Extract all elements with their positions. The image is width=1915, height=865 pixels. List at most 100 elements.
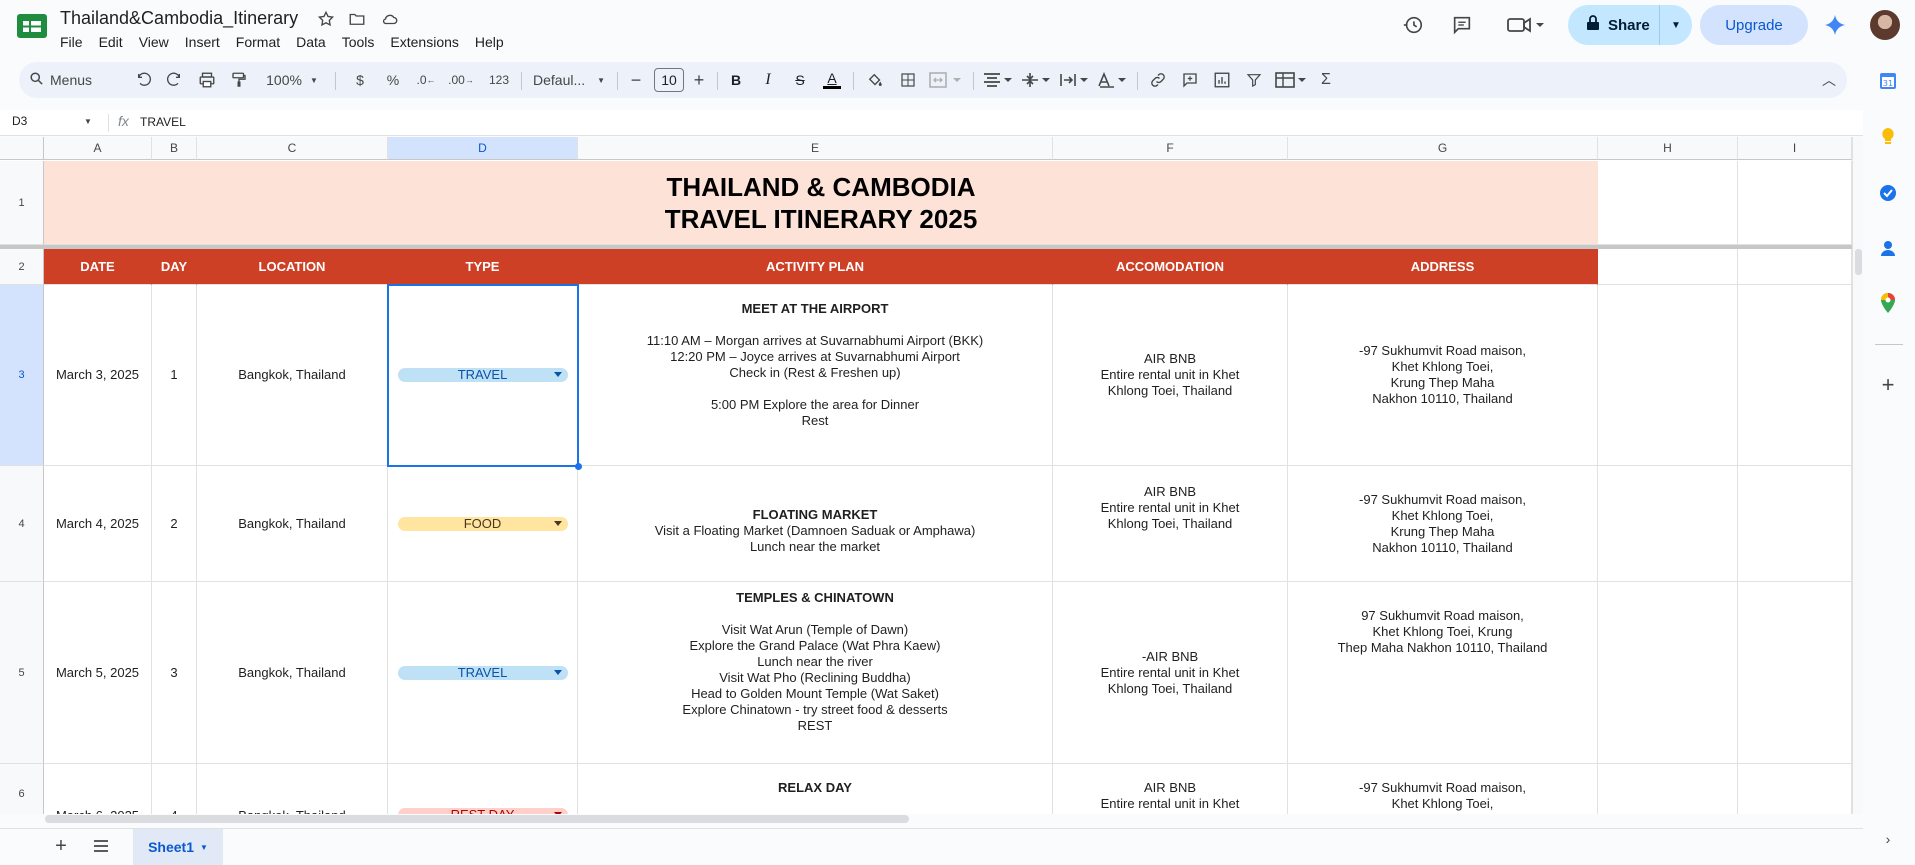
star-icon[interactable] xyxy=(316,9,336,29)
functions-button[interactable]: Σ xyxy=(1313,62,1339,98)
filter-icon[interactable] xyxy=(1241,62,1267,98)
cloud-status-icon[interactable] xyxy=(380,9,400,29)
insert-link-icon[interactable] xyxy=(1145,62,1171,98)
header-activity-plan[interactable]: ACTIVITY PLAN xyxy=(578,249,1053,285)
undo-icon[interactable] xyxy=(131,62,157,98)
cell-type[interactable]: TRAVEL xyxy=(388,582,578,764)
cell-day[interactable]: 4 xyxy=(152,764,197,814)
type-dropdown-chip[interactable]: REST DAY xyxy=(397,808,568,814)
column-header-b[interactable]: B xyxy=(152,137,197,160)
itinerary-title[interactable]: THAILAND & CAMBODIA TRAVEL ITINERARY 202… xyxy=(44,161,1598,245)
upgrade-button[interactable]: Upgrade xyxy=(1700,5,1808,45)
horizontal-align-icon[interactable] xyxy=(981,62,1015,98)
move-folder-icon[interactable] xyxy=(347,9,367,29)
comments-icon[interactable] xyxy=(1449,12,1475,38)
cell-i2[interactable] xyxy=(1738,249,1852,285)
font-size-field[interactable]: 10 xyxy=(653,62,685,98)
cell-location[interactable]: Bangkok, Thailand xyxy=(197,285,388,466)
merge-cells-icon[interactable] xyxy=(927,62,965,98)
tasks-icon[interactable] xyxy=(1877,182,1899,204)
cell-h1[interactable] xyxy=(1598,161,1738,245)
cell-accommodation[interactable]: AIR BNB Entire rental unit in Khet Khlon… xyxy=(1053,466,1288,582)
sheet-tab-sheet1[interactable]: Sheet1 ▼ xyxy=(133,829,223,865)
sheets-logo-icon[interactable] xyxy=(16,13,48,39)
cell-activity[interactable]: FLOATING MARKET Visit a Floating Market … xyxy=(578,466,1053,582)
menu-data[interactable]: Data xyxy=(288,32,334,52)
keep-icon[interactable] xyxy=(1877,125,1899,147)
formula-input[interactable]: TRAVEL xyxy=(140,115,186,129)
cell-date[interactable]: March 3, 2025 xyxy=(44,285,152,466)
spreadsheet-grid[interactable]: A B C D E F G H I 1 2 3 4 5 6 THAILAND &… xyxy=(0,137,1852,814)
cell-h4[interactable] xyxy=(1598,466,1738,582)
text-wrapping-icon[interactable] xyxy=(1057,62,1091,98)
column-header-g[interactable]: G xyxy=(1288,137,1598,160)
font-family-select[interactable]: Defaul... ▼ xyxy=(527,62,611,98)
cell-h2[interactable] xyxy=(1598,249,1738,285)
cell-type[interactable]: FOOD xyxy=(388,466,578,582)
row-header-6[interactable]: 6 xyxy=(0,764,44,814)
gemini-sparkle-icon[interactable] xyxy=(1822,12,1848,38)
increase-font-size-icon[interactable]: + xyxy=(688,62,710,98)
menu-edit[interactable]: Edit xyxy=(91,32,131,52)
increase-decimal-button[interactable]: .00 → xyxy=(447,62,475,98)
cell-i3[interactable] xyxy=(1738,285,1852,466)
header-type[interactable]: TYPE xyxy=(388,249,578,285)
cell-i5[interactable] xyxy=(1738,582,1852,764)
add-sheet-plus-icon[interactable]: + xyxy=(50,835,72,857)
fill-handle[interactable] xyxy=(575,463,582,470)
cell-type[interactable]: REST DAY xyxy=(388,764,578,814)
account-avatar[interactable] xyxy=(1870,10,1900,40)
print-icon[interactable] xyxy=(194,62,220,98)
cell-address[interactable]: -97 Sukhumvit Road maison, Khet Khlong T… xyxy=(1288,466,1598,582)
name-box[interactable]: D3 xyxy=(12,114,27,128)
header-day[interactable]: DAY xyxy=(152,249,197,285)
contacts-icon[interactable] xyxy=(1877,237,1899,259)
row-header-2[interactable]: 2 xyxy=(0,249,44,285)
cell-date[interactable]: March 4, 2025 xyxy=(44,466,152,582)
row-header-4[interactable]: 4 xyxy=(0,466,44,582)
menu-extensions[interactable]: Extensions xyxy=(382,32,466,52)
bold-button[interactable]: B xyxy=(724,62,748,98)
menu-file[interactable]: File xyxy=(52,32,91,52)
share-dropdown-chevron-icon[interactable]: ▼ xyxy=(1660,5,1692,45)
column-header-a[interactable]: A xyxy=(44,137,152,160)
cell-location[interactable]: Bangkok, Thailand xyxy=(197,466,388,582)
column-header-f[interactable]: F xyxy=(1053,137,1288,160)
menu-view[interactable]: View xyxy=(131,32,177,52)
header-date[interactable]: DATE xyxy=(44,249,152,285)
borders-icon[interactable] xyxy=(895,62,921,98)
header-location[interactable]: LOCATION xyxy=(197,249,388,285)
decrease-decimal-button[interactable]: .0 ← xyxy=(414,62,438,98)
maps-icon[interactable] xyxy=(1877,292,1899,314)
cell-activity[interactable]: TEMPLES & CHINATOWN Visit Wat Arun (Temp… xyxy=(578,582,1053,764)
meet-video-icon[interactable] xyxy=(1505,12,1547,38)
row-header-5[interactable]: 5 xyxy=(0,582,44,764)
menu-format[interactable]: Format xyxy=(228,32,288,52)
column-header-e[interactable]: E xyxy=(578,137,1053,160)
all-sheets-menu-icon[interactable] xyxy=(92,837,112,855)
cell-h5[interactable] xyxy=(1598,582,1738,764)
currency-format-button[interactable]: $ xyxy=(349,62,371,98)
column-header-i[interactable]: I xyxy=(1738,137,1852,160)
type-dropdown-chip[interactable]: FOOD xyxy=(397,516,568,531)
select-all-corner[interactable] xyxy=(0,137,44,160)
cell-accommodation[interactable]: AIR BNB Entire rental unit in Khet xyxy=(1053,764,1288,814)
percent-format-button[interactable]: % xyxy=(382,62,404,98)
calendar-icon[interactable]: 31 xyxy=(1877,70,1899,92)
filter-views-icon[interactable] xyxy=(1273,62,1309,98)
cell-address[interactable]: -97 Sukhumvit Road maison, Khet Khlong T… xyxy=(1288,285,1598,466)
expand-panel-chevron-icon[interactable]: › xyxy=(1877,828,1899,850)
cell-accommodation[interactable]: AIR BNB Entire rental unit in Khet Khlon… xyxy=(1053,285,1288,466)
horizontal-scrollbar[interactable] xyxy=(45,815,909,823)
cell-location[interactable]: Bangkok, Thailand xyxy=(197,764,388,814)
cell-h6[interactable] xyxy=(1598,764,1738,814)
cell-i4[interactable] xyxy=(1738,466,1852,582)
italic-button[interactable]: I xyxy=(756,62,780,98)
fill-color-icon[interactable] xyxy=(862,62,888,98)
insert-comment-icon[interactable] xyxy=(1177,62,1203,98)
header-address[interactable]: ADDRESS xyxy=(1288,249,1598,285)
cell-address[interactable]: 97 Sukhumvit Road maison, Khet Khlong To… xyxy=(1288,582,1598,764)
text-rotation-icon[interactable] xyxy=(1095,62,1129,98)
cell-accommodation[interactable]: -AIR BNB Entire rental unit in Khet Khlo… xyxy=(1053,582,1288,764)
paint-format-icon[interactable] xyxy=(226,62,252,98)
